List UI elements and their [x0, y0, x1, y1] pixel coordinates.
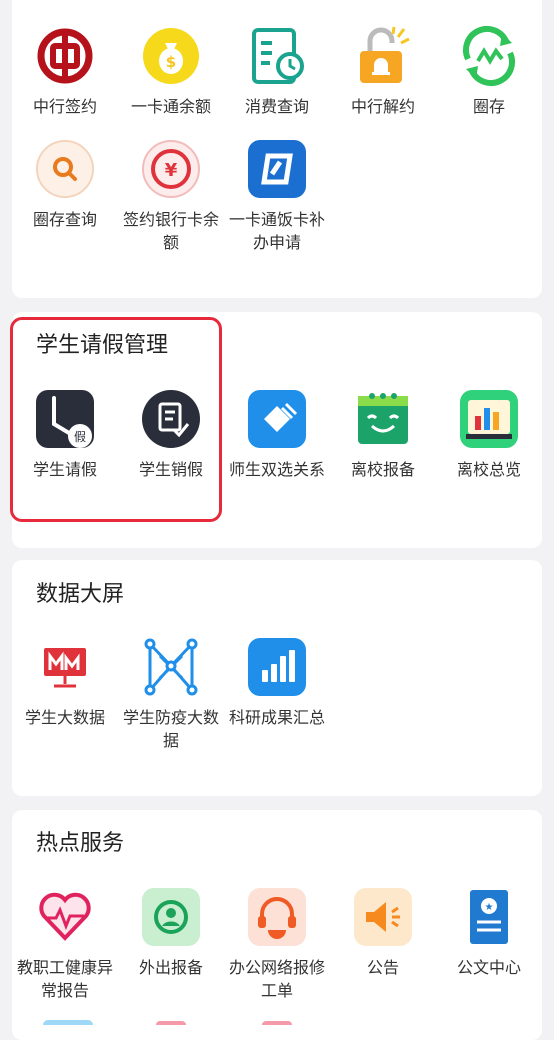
transfer-cycle-icon: [458, 25, 520, 87]
card-reissue-icon: [246, 138, 308, 200]
search-icon: [34, 138, 96, 200]
money-bag-icon: $: [140, 25, 202, 87]
app-label: 离校报备: [350, 460, 415, 479]
app-label: 科研成果汇总: [228, 708, 325, 727]
app-student-epidemic-data[interactable]: 学生防疫大数据: [118, 636, 224, 752]
svg-text:¥: ¥: [165, 160, 178, 181]
bank-of-china-icon: [34, 25, 96, 87]
app-label: 中行解约: [350, 97, 415, 116]
app-boc-sign[interactable]: 中行签约: [12, 25, 118, 118]
app-consume-query[interactable]: 消费查询: [224, 25, 330, 118]
calendar-smile-icon: [352, 388, 414, 450]
document-badge-icon: ★: [458, 886, 520, 948]
heart-pulse-icon: [34, 886, 96, 948]
app-label: 学生大数据: [24, 708, 105, 727]
app-label: 一卡通饭卡补办申请: [228, 210, 325, 252]
svg-text:★: ★: [485, 902, 494, 913]
svg-text:$: $: [166, 53, 176, 71]
highlight-box: [10, 317, 222, 522]
app-network-repair[interactable]: 办公网络报修工单: [224, 886, 330, 1002]
bar-board-icon: [458, 388, 520, 450]
person-circle-icon: [140, 886, 202, 948]
match-icon: [246, 388, 308, 450]
app-leave-school-report[interactable]: 离校报备: [330, 388, 436, 481]
app-card-reissue[interactable]: 一卡通饭卡补办申请: [224, 138, 330, 254]
headset-icon: [246, 886, 308, 948]
bar-chart-icon: [246, 636, 308, 698]
app-student-big-data[interactable]: 学生大数据: [12, 636, 118, 729]
monitor-chart-icon: [34, 636, 96, 698]
app-label: 公文中心: [456, 958, 521, 977]
app-transfer-query[interactable]: 圈存查询: [12, 138, 118, 231]
app-label: 消费查询: [244, 97, 309, 116]
app-boc-unsign[interactable]: 中行解约: [330, 25, 436, 118]
app-outing-report[interactable]: 外出报备: [118, 886, 224, 979]
app-announcement[interactable]: 公告: [330, 886, 436, 979]
yuan-coin-icon: ¥: [140, 138, 202, 200]
app-leave-school-overview[interactable]: 离校总览: [436, 388, 542, 481]
app-label: 离校总览: [456, 460, 521, 479]
app-label: 中行签约: [32, 97, 97, 116]
app-document-center[interactable]: ★ 公文中心: [436, 886, 542, 979]
app-label: 一卡通余额: [130, 97, 211, 116]
app-label: 教职工健康异常报告: [16, 958, 113, 1000]
partial-icon-row: [0, 1018, 554, 1025]
app-bank-card-balance[interactable]: ¥ 签约银行卡余额: [118, 138, 224, 254]
receipt-clock-icon: [246, 25, 308, 87]
app-label: 圈存: [472, 97, 505, 116]
app-mutual-selection[interactable]: 师生双选关系: [224, 388, 330, 481]
app-label: 学生防疫大数据: [122, 708, 219, 750]
app-label: 圈存查询: [32, 210, 97, 229]
network-nodes-icon: [140, 636, 202, 698]
app-label: 公告: [366, 958, 399, 977]
unlock-bell-icon: [352, 25, 414, 87]
app-label: 外出报备: [138, 958, 203, 977]
section-title: 数据大屏: [36, 582, 125, 607]
app-research-summary[interactable]: 科研成果汇总: [224, 636, 330, 729]
app-label: 师生双选关系: [228, 460, 325, 479]
app-transfer[interactable]: 圈存: [436, 25, 542, 118]
app-label: 签约银行卡余额: [122, 210, 219, 252]
app-staff-health-report[interactable]: 教职工健康异常报告: [12, 886, 118, 1002]
megaphone-icon: [352, 886, 414, 948]
section-title: 热点服务: [36, 831, 125, 856]
app-card-balance[interactable]: $ 一卡通余额: [118, 25, 224, 118]
app-label: 办公网络报修工单: [228, 958, 325, 1000]
